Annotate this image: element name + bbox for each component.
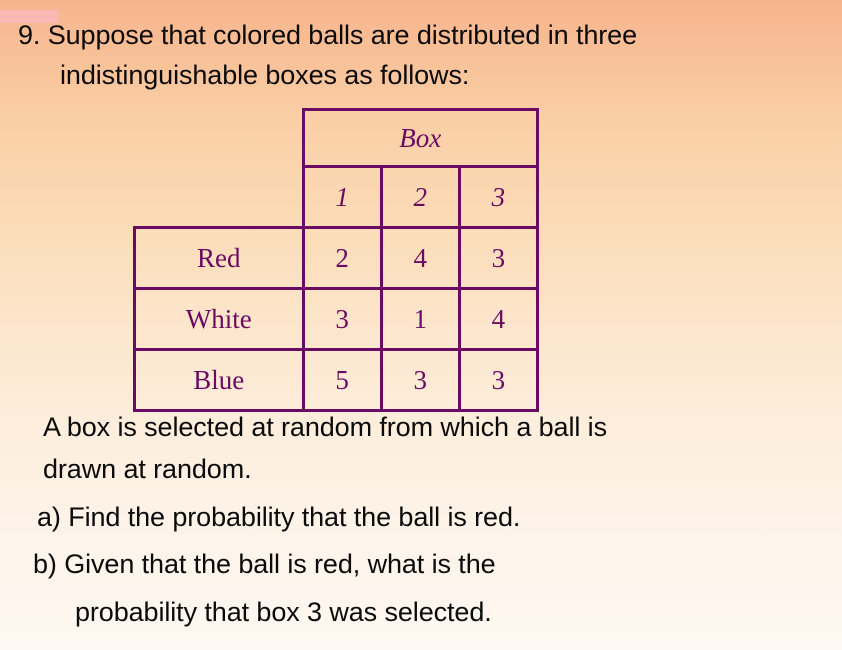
question-part-a: a) Find the probability that the ball is… [37,502,521,532]
table-row-label-white: White [133,287,305,351]
table-cell-white-box2: 1 [379,287,461,351]
table-cell-blue-box2: 3 [379,348,461,412]
ball-distribution-table: Box 1 2 3 Red 2 4 3 White 3 1 4 Blue 5 3… [133,108,540,412]
table-cell-white-box3: 4 [457,287,540,351]
slide-canvas: 9. Suppose that colored balls are distri… [0,0,842,650]
table-cell-red-box3: 3 [457,226,540,290]
setup-line-1: A box is selected at random from which a… [43,412,607,442]
table-column-header-1: 1 [301,165,383,229]
table-column-header-2: 2 [379,165,461,229]
table-cell-blue-box1: 5 [301,348,383,412]
table-cell-white-box1: 3 [301,287,383,351]
table-row: White 3 1 4 [133,287,540,351]
table-corner-blank-numbers [135,167,304,228]
table-corner-blank-top [135,110,304,167]
question-part-b-line-1: b) Given that the ball is red, what is t… [33,549,496,579]
table-column-header-3: 3 [457,165,540,229]
table-header-box: Box [301,108,539,168]
question-line-2: indistinguishable boxes as follows: [60,60,470,90]
table-cell-red-box1: 2 [301,226,383,290]
table-header-row-box: Box [135,108,539,168]
table-header-row-numbers: 1 2 3 [135,165,540,229]
table-row-label-red: Red [133,226,305,290]
table-cell-red-box2: 4 [379,226,461,290]
table-cell-blue-box3: 3 [457,348,540,412]
question-line-1: 9. Suppose that colored balls are distri… [18,20,637,50]
question-part-b-line-2: probability that box 3 was selected. [75,597,492,627]
table-row-label-blue: Blue [133,348,305,412]
setup-line-2: drawn at random. [43,454,252,484]
table-row: Red 2 4 3 [133,226,540,290]
table-row: Blue 5 3 3 [133,348,540,412]
